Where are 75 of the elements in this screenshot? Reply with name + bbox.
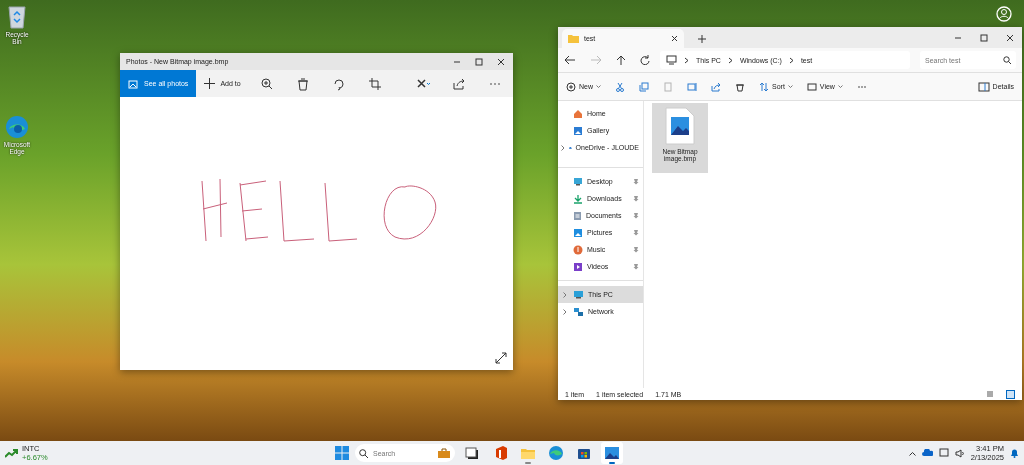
plus-icon[interactable] [698,34,706,43]
maximize-icon[interactable] [980,33,988,42]
scissors-icon [615,81,625,92]
photos-icon [604,445,620,461]
chevron-down-icon [787,84,793,89]
close-icon[interactable] [497,57,505,66]
photo-album-icon [128,78,139,89]
pin-icon [633,195,639,202]
music-note-icon [573,244,583,255]
monitor-icon [666,55,677,65]
pin-icon [633,212,639,219]
edge-icon [5,115,29,140]
chevron-down-icon [596,84,601,89]
chevron-right-icon [788,56,794,64]
chevron-up-icon[interactable] [908,450,916,456]
fullscreen-icon[interactable] [495,352,507,364]
clipboard-icon [663,81,673,92]
edge-icon [548,445,564,461]
chevron-right-icon [561,144,565,151]
maximize-icon[interactable] [475,57,483,66]
monitor-icon [573,177,583,186]
pin-icon [633,263,639,270]
bell-icon[interactable] [1010,448,1019,458]
cloud-icon[interactable] [921,449,933,457]
close-icon[interactable] [671,35,678,42]
chevron-right-icon [684,56,689,64]
crop-icon [367,76,382,91]
start-icon[interactable] [335,446,349,460]
speaker-icon[interactable] [954,448,965,458]
download-arrow-icon [573,193,583,204]
chevron-right-icon [727,56,733,64]
stock-up-arrow-icon[interactable] [5,448,18,458]
briefcase-icon [438,448,450,458]
tiles-view-icon[interactable] [1006,389,1015,399]
zoom-in-icon [259,76,274,91]
recycle-bin-icon [6,3,28,29]
view-icon [806,81,817,92]
plus-icon [204,78,216,89]
monitor-icon [573,290,584,299]
folder-icon [568,34,579,43]
plus-circle-icon [566,81,576,92]
refresh-icon[interactable] [640,55,650,65]
play-icon [573,261,583,272]
pin-icon [633,229,639,236]
trash-icon [295,76,310,91]
pin-icon [633,246,639,253]
close-icon[interactable] [1006,33,1014,42]
taskbar-app-button[interactable] [601,442,623,464]
document-icon [573,210,582,221]
search-icon [359,448,368,458]
up-arrow-icon[interactable] [616,55,626,65]
rename-icon [687,81,697,92]
copy-icon [639,81,649,92]
pin-icon [633,178,639,185]
task-view-icon [464,445,480,461]
house-icon [573,108,583,119]
user-account-icon[interactable] [996,6,1012,22]
copy-button[interactable] [637,79,651,94]
share-icon [452,76,466,91]
chevron-right-icon [563,291,567,298]
picture-icon [573,227,583,238]
chevron-down-icon [837,84,843,89]
network-icon[interactable] [938,448,949,458]
rotate-icon [331,76,346,91]
search-icon [1003,56,1011,64]
trash-icon [735,81,745,92]
more-icon [490,82,500,85]
network-icon [573,306,584,317]
details-pane-icon [977,81,990,92]
sort-icon [759,81,769,92]
picture-icon [573,125,583,136]
back-arrow-icon[interactable] [564,55,576,65]
image-file-icon [664,107,696,145]
share-icon [711,81,721,92]
chevron-right-icon [563,308,567,315]
